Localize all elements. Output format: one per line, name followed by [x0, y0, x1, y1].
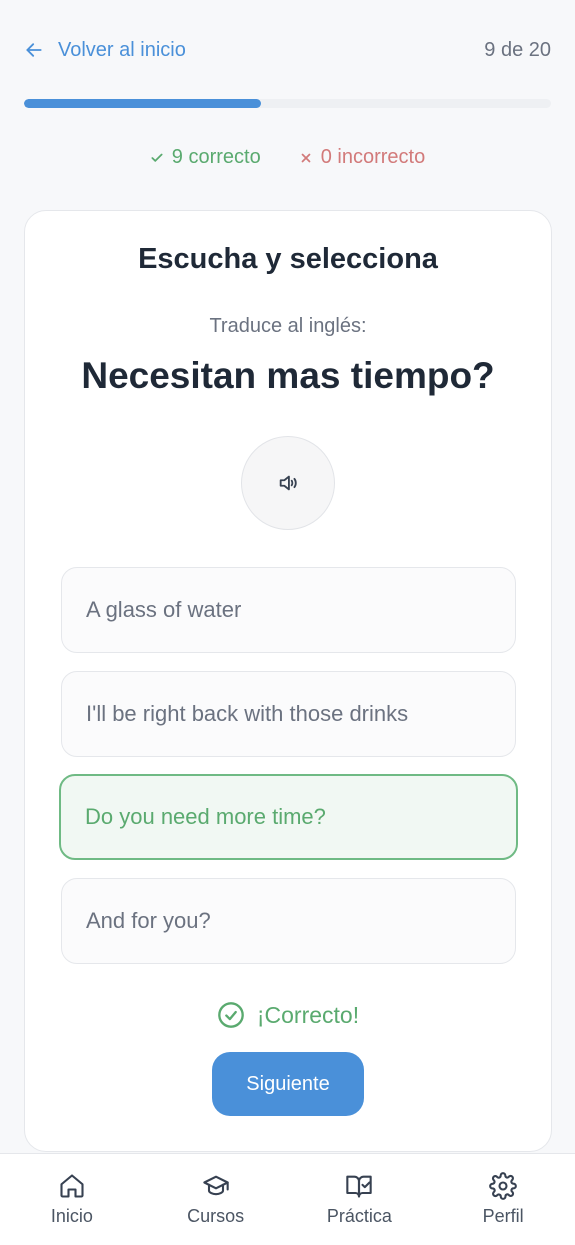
answer-option-label: Do you need more time? [85, 804, 326, 829]
play-audio-button[interactable] [241, 436, 335, 530]
question-counter: 9 de 20 [484, 38, 551, 61]
nav-label: Inicio [50, 1206, 93, 1226]
nav-label: Cursos [187, 1206, 245, 1226]
correct-count: 9 correcto [150, 146, 261, 169]
answer-option[interactable]: And for you? [61, 878, 516, 964]
correct-count-label: 9 correcto [171, 146, 261, 168]
answer-option[interactable]: I'll be right back with those drinks [61, 671, 516, 757]
bottom-nav: Inicio Cursos Práctica Perfil [0, 1153, 575, 1245]
graduation-cap-icon [202, 1175, 229, 1196]
score-summary: 9 correcto 0 incorrecto [0, 146, 575, 169]
instruction-text: Traduce al inglés: [209, 315, 367, 337]
nav-label: Perfil [482, 1206, 524, 1226]
check-icon [151, 153, 163, 162]
nav-item-perfil[interactable]: Perfil [443, 1172, 563, 1227]
gear-icon [489, 1172, 517, 1200]
feedback-message: ¡Correcto! [25, 1001, 551, 1029]
exercise-card: Escucha y selecciona Traduce al inglés: … [24, 210, 552, 1152]
book-check-icon [346, 1175, 373, 1198]
answer-option-correct[interactable]: Do you need more time? [59, 774, 518, 860]
check-circle-icon [218, 1002, 244, 1028]
feedback-label: ¡Correcto! [256, 1001, 360, 1028]
answer-option-label: A glass of water [86, 597, 242, 622]
next-button[interactable]: Siguiente [212, 1052, 364, 1116]
back-to-home-link[interactable]: Volver al inicio [24, 39, 186, 62]
nav-label: Práctica [326, 1206, 392, 1226]
incorrect-count-label: 0 incorrecto [320, 146, 426, 168]
incorrect-count: 0 incorrecto [299, 146, 426, 169]
progress-bar [24, 99, 551, 108]
speaker-icon [279, 475, 297, 491]
exercise-title: Escucha y selecciona [138, 243, 438, 275]
back-link-label: Volver al inicio [58, 38, 186, 61]
answer-option-label: I'll be right back with those drinks [86, 701, 409, 726]
home-icon [60, 1174, 84, 1198]
answer-option-label: And for you? [86, 908, 211, 933]
arrow-left-icon [26, 43, 42, 57]
top-bar: Volver al inicio 9 de 20 [24, 34, 551, 66]
x-icon [301, 153, 311, 162]
prompt-phrase: Necesitan mas tiempo? [81, 355, 495, 396]
answer-option[interactable]: A glass of water [61, 567, 516, 653]
nav-item-practica[interactable]: Práctica [299, 1172, 419, 1227]
nav-item-inicio[interactable]: Inicio [12, 1172, 132, 1227]
nav-item-cursos[interactable]: Cursos [156, 1172, 276, 1227]
progress-fill [24, 99, 262, 108]
